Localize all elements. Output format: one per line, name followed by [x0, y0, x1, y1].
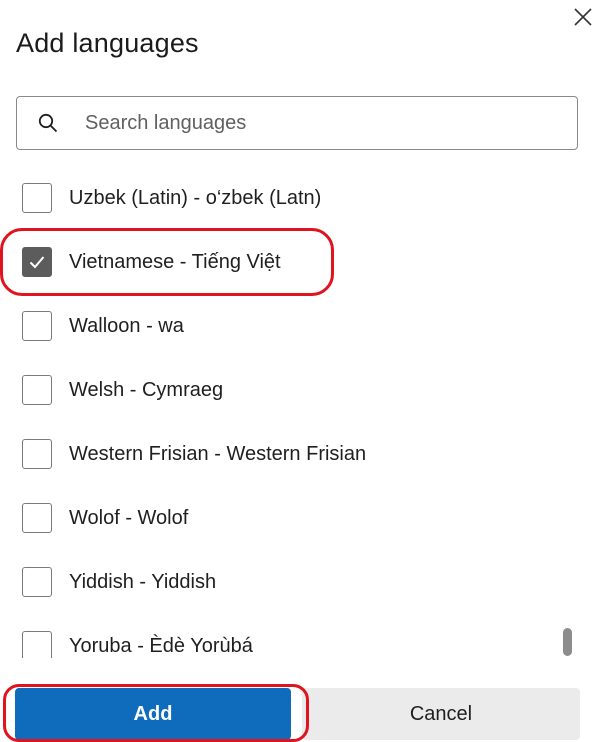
cancel-button[interactable]: Cancel	[302, 688, 580, 740]
list-item-welsh[interactable]: Welsh - Cymraeg	[0, 358, 560, 422]
checkbox-yiddish[interactable]	[22, 567, 52, 597]
checkmark-icon	[29, 256, 45, 269]
dialog-footer: Add Cancel	[0, 684, 595, 742]
list-item-label: Walloon - wa	[69, 314, 184, 337]
list-item-walloon[interactable]: Walloon - wa	[0, 294, 560, 358]
checkbox-uzbek[interactable]	[22, 183, 52, 213]
close-button[interactable]	[572, 6, 594, 28]
list-item-vietnamese[interactable]: Vietnamese - Tiếng Việt	[0, 230, 560, 294]
list-item-label: Yoruba - Èdè Yorùbá	[69, 634, 253, 657]
list-item-label: Vietnamese - Tiếng Việt	[69, 250, 281, 273]
add-button[interactable]: Add	[15, 688, 291, 740]
list-item-label: Welsh - Cymraeg	[69, 378, 224, 401]
checkbox-vietnamese[interactable]	[22, 247, 52, 277]
checkbox-yoruba[interactable]	[22, 631, 52, 658]
checkbox-western-frisian[interactable]	[22, 439, 52, 469]
list-item-label: Yiddish - Yiddish	[69, 570, 217, 593]
search-input[interactable]	[83, 110, 547, 136]
list-item-yoruba[interactable]: Yoruba - Èdè Yorùbá	[0, 614, 560, 658]
dialog-title: Add languages	[16, 28, 199, 58]
search-icon	[37, 112, 59, 134]
checkbox-wolof[interactable]	[22, 503, 52, 533]
list-item-label: Uzbek (Latin) - o‘zbek (Latn)	[69, 186, 322, 209]
close-icon	[574, 8, 592, 26]
add-languages-dialog: Add languages Uzbek (Latin) - o‘zbek (La…	[0, 0, 595, 742]
list-item-label: Wolof - Wolof	[69, 506, 189, 529]
list-item-western-frisian[interactable]: Western Frisian - Western Frisian	[0, 422, 560, 486]
list-item-wolof[interactable]: Wolof - Wolof	[0, 486, 560, 550]
checkbox-welsh[interactable]	[22, 375, 52, 405]
list-item-label: Western Frisian - Western Frisian	[69, 442, 367, 465]
scrollbar-thumb[interactable]	[563, 628, 572, 656]
checkbox-walloon[interactable]	[22, 311, 52, 341]
search-box[interactable]	[16, 96, 578, 150]
language-list[interactable]: Uzbek (Latin) - o‘zbek (Latn) Vietnamese…	[0, 166, 595, 658]
list-item-uzbek[interactable]: Uzbek (Latin) - o‘zbek (Latn)	[0, 166, 560, 230]
list-item-yiddish[interactable]: Yiddish - Yiddish	[0, 550, 560, 614]
